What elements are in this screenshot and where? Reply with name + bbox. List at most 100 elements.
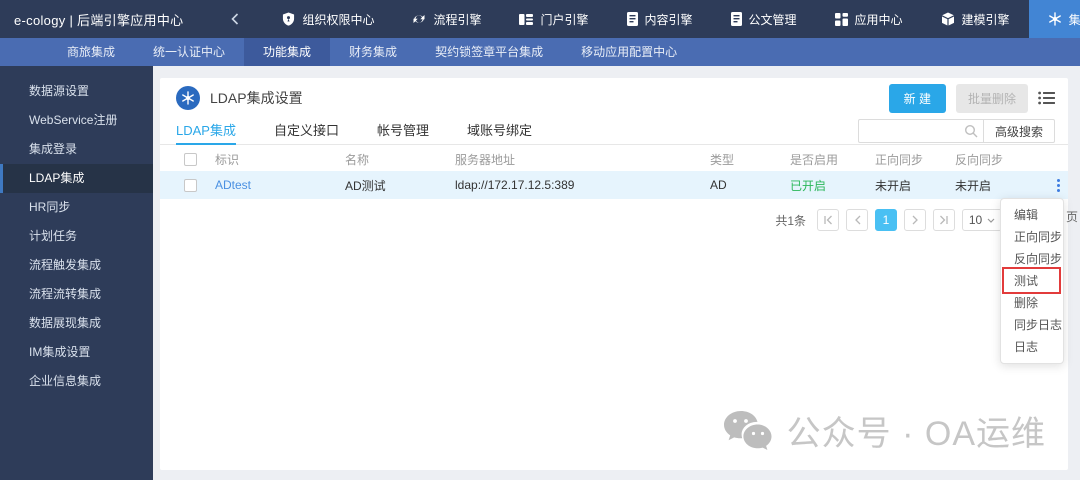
document-icon <box>730 12 742 26</box>
sidebar-item-datasource[interactable]: 数据源设置 <box>0 77 153 106</box>
row-id-link[interactable]: ADtest <box>215 178 345 192</box>
prev-page-button[interactable] <box>846 209 868 231</box>
col-forward-sync: 正向同步 <box>875 153 924 167</box>
integration-icon <box>176 86 200 110</box>
chevron-left-icon <box>231 13 239 25</box>
menu-item-delete[interactable]: 删除 <box>1001 292 1063 314</box>
topnav-item-portal[interactable]: 门户引擎 <box>500 0 607 38</box>
new-button[interactable]: 新 建 <box>888 83 946 113</box>
topnav-label: 组织权限中心 <box>302 12 375 27</box>
topnav-label: 建模引擎 <box>961 12 1010 27</box>
tab-custom-api[interactable]: 自定义接口 <box>274 118 339 145</box>
row-forward-sync-status: 未开启 <box>875 178 912 193</box>
batch-delete-button[interactable]: 批量删除 <box>955 83 1028 113</box>
menu-item-sync-log[interactable]: 同步日志 <box>1001 314 1063 336</box>
topnav-label: 流程引擎 <box>433 12 482 27</box>
col-reverse-sync: 反向同步 <box>955 153 1004 167</box>
menu-item-forward-sync[interactable]: 正向同步 <box>1001 226 1063 248</box>
row-name: AD测试 <box>345 178 386 193</box>
pagination: 共1条 1 10 <box>160 209 1068 231</box>
top-nav: 组织权限中心 流程引擎 门户引擎 内容引擎 公文管理 应用中心 建模引擎 集 <box>263 0 1080 38</box>
page-number-button[interactable]: 1 <box>875 209 897 231</box>
ldap-settings-panel: LDAP集成设置 新 建 批量删除 LDAP集成 自定义接口 帐号管理 域账号绑… <box>160 78 1078 470</box>
top-app-bar: e-cology | 后端引擎应用中心 组织权限中心 流程引擎 门户引擎 内容引… <box>0 0 1080 38</box>
topnav-item-official-doc[interactable]: 公文管理 <box>712 0 816 38</box>
subnav-item-mobile-config[interactable]: 移动应用配置中心 <box>562 38 696 66</box>
integration-icon <box>1048 12 1062 26</box>
sidebar-item-data-display[interactable]: 数据展现集成 <box>0 309 153 338</box>
topnav-item-org[interactable]: 组织权限中心 <box>263 0 393 38</box>
portal-icon <box>519 13 534 26</box>
subnav-item-finance[interactable]: 财务集成 <box>330 38 416 66</box>
wechat-icon <box>722 409 774 453</box>
sub-nav: 商旅集成 统一认证中心 功能集成 财务集成 契约锁签章平台集成 移动应用配置中心 <box>0 38 1080 66</box>
sidebar-item-workflow-trigger[interactable]: 流程触发集成 <box>0 251 153 280</box>
col-enabled: 是否启用 <box>790 153 839 167</box>
table-header-row: 标识 名称 服务器地址 类型 是否启用 正向同步 反向同步 <box>160 148 1068 171</box>
sidebar-item-ldap[interactable]: LDAP集成 <box>0 164 153 193</box>
topnav-item-workflow[interactable]: 流程引擎 <box>393 0 500 38</box>
sidebar-item-enterprise-info[interactable]: 企业信息集成 <box>0 367 153 396</box>
panel-header: LDAP集成设置 新 建 批量删除 <box>160 78 1068 118</box>
topnav-item-apps[interactable]: 应用中心 <box>816 0 922 38</box>
topnav-label: 门户引擎 <box>540 12 589 27</box>
list-icon <box>1038 91 1055 105</box>
table-row[interactable]: ADtest AD测试 ldap://172.17.12.5:389 AD 已开… <box>160 171 1068 199</box>
col-id: 标识 <box>215 153 240 167</box>
last-page-button[interactable] <box>933 209 955 231</box>
col-name: 名称 <box>345 153 370 167</box>
topnav-label: 应用中心 <box>854 12 903 27</box>
sidebar-item-hr-sync[interactable]: HR同步 <box>0 193 153 222</box>
topnav-label: 内容引擎 <box>644 12 693 27</box>
col-server: 服务器地址 <box>455 153 516 167</box>
topnav-label: 公文管理 <box>748 12 797 27</box>
menu-item-edit[interactable]: 编辑 <box>1001 204 1063 226</box>
workflow-icon <box>412 12 426 26</box>
row-checkbox[interactable] <box>184 178 197 192</box>
menu-item-log[interactable]: 日志 <box>1001 336 1063 358</box>
per-page-select[interactable]: 10 <box>962 209 1002 231</box>
list-view-button[interactable] <box>1038 91 1055 105</box>
app-brand: e-cology | 后端引擎应用中心 <box>14 12 184 28</box>
first-page-button[interactable] <box>817 209 839 231</box>
subnav-item-travel[interactable]: 商旅集成 <box>48 38 134 66</box>
menu-item-test[interactable]: 测试 <box>1001 267 1063 294</box>
pagination-total: 共1条 <box>775 213 806 228</box>
tab-account-mgmt[interactable]: 帐号管理 <box>377 118 429 145</box>
watermark-text: 公众号 · OA运维 <box>786 415 1046 453</box>
per-page-suffix: 页 <box>1065 210 1078 224</box>
advanced-search-button[interactable]: 高级搜索 <box>982 119 1055 143</box>
menu-item-reverse-sync[interactable]: 反向同步 <box>1001 248 1063 270</box>
select-all-checkbox[interactable] <box>184 153 197 166</box>
row-enabled-status: 已开启 <box>790 178 827 193</box>
content-area: LDAP集成设置 新 建 批量删除 LDAP集成 自定义接口 帐号管理 域账号绑… <box>153 66 1080 480</box>
topnav-item-integration[interactable]: 集成中心 <box>1028 0 1080 38</box>
subnav-item-qiyuesuo[interactable]: 契约锁签章平台集成 <box>416 38 562 66</box>
topnav-item-modeling[interactable]: 建模引擎 <box>922 0 1029 38</box>
chevron-down-icon <box>987 218 995 223</box>
row-context-menu: 编辑 正向同步 反向同步 测试 删除 同步日志 日志 <box>1000 198 1064 364</box>
sidebar-item-scheduled-task[interactable]: 计划任务 <box>0 222 153 251</box>
tab-ldap[interactable]: LDAP集成 <box>176 118 236 145</box>
search-area: 高级搜索 <box>857 119 1055 143</box>
subnav-item-auth-center[interactable]: 统一认证中心 <box>134 38 244 66</box>
sidebar-item-im-settings[interactable]: IM集成设置 <box>0 338 153 367</box>
row-actions-menu-button[interactable] <box>1052 178 1064 192</box>
tab-domain-account-bind[interactable]: 域账号绑定 <box>467 118 532 145</box>
search-icon <box>964 124 978 138</box>
row-type: AD <box>710 178 727 192</box>
next-page-button[interactable] <box>904 209 926 231</box>
tabs-toolbar: LDAP集成 自定义接口 帐号管理 域账号绑定 高级搜索 <box>160 118 1068 145</box>
sidebar-item-webservice[interactable]: WebService注册 <box>0 106 153 135</box>
nav-back-chevron[interactable] <box>225 0 245 38</box>
row-server: ldap://172.17.12.5:389 <box>455 178 575 192</box>
menu-item-test-label: 测试 <box>1014 274 1039 288</box>
sidebar-item-workflow-flow[interactable]: 流程流转集成 <box>0 280 153 309</box>
per-page-value: 10 <box>968 213 983 227</box>
page-title: LDAP集成设置 <box>210 90 303 106</box>
sidebar-item-sso-login[interactable]: 集成登录 <box>0 135 153 164</box>
row-reverse-sync-status: 未开启 <box>955 178 992 193</box>
cube-icon <box>941 12 955 26</box>
topnav-item-content[interactable]: 内容引擎 <box>608 0 712 38</box>
subnav-item-function[interactable]: 功能集成 <box>244 38 331 66</box>
